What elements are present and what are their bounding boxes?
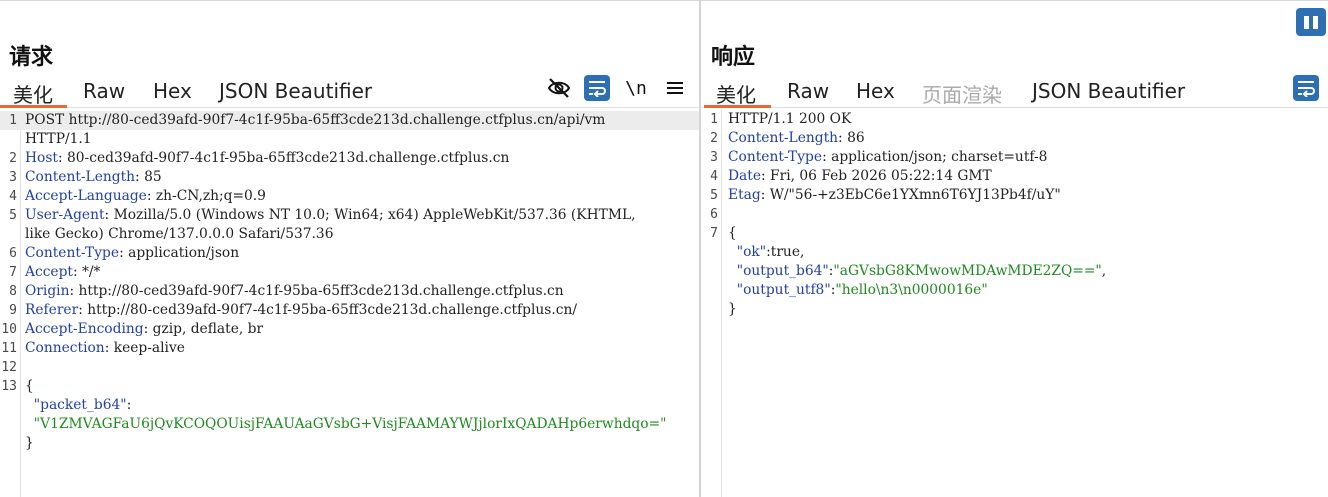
pause-icon: [1304, 15, 1309, 29]
code-line: 7 Accept: */*: [9, 264, 101, 280]
code-line: "packet_b64":: [25, 397, 132, 413]
request-tab-hex[interactable]: Hex: [153, 79, 192, 103]
code-line: 8 Origin: http://80-ced39afd-90f7-4c1f-95…: [9, 283, 564, 299]
code-line: 4 Accept-Language: zh-CN,zh;q=0.9: [9, 188, 266, 204]
response-tabs: 美化 Raw Hex 页面渲染 JSON Beautifier: [701, 75, 1328, 108]
response-editor[interactable]: 1 HTTP/1.1 200 OK 2 Content-Length: 86 3 Co…: [701, 110, 1328, 497]
code-line: 3 Content-Type: application/json; charset…: [710, 149, 1048, 165]
request-editor[interactable]: 1 POST http://80-ced39afd-90f7-4c1f-95ba-…: [0, 111, 699, 497]
newline-icon[interactable]: \n: [623, 75, 649, 101]
code-line: 6 Content-Type: application/json: [9, 245, 240, 261]
code-line: HTTP/1.1: [25, 131, 92, 147]
code-line: }: [25, 435, 34, 451]
request-tab-json-beautifier[interactable]: JSON Beautifier: [219, 79, 372, 103]
request-pane: 请求 美化 Raw Hex JSON Beautifier \n 1 POST h…: [0, 0, 699, 497]
response-tab-pretty[interactable]: 美化: [716, 79, 756, 108]
code-line: 3 Content-Length: 85: [9, 169, 162, 185]
code-line: "V1ZMVAGFaU6jQvKCOQOUisjFAAUAaGVsbG+Visj…: [25, 416, 667, 432]
code-line: 5 Etag: W/"56-+z3EbC6e1YXmn6T6YJ13Pb4f/uY…: [710, 187, 1061, 203]
pause-button[interactable]: [1296, 8, 1326, 36]
code-line: }: [728, 301, 737, 317]
code-line: 6: [710, 207, 718, 222]
active-tab-indicator: [0, 105, 67, 108]
code-line: 2 Content-Length: 86: [710, 130, 865, 146]
response-tab-raw[interactable]: Raw: [787, 79, 829, 103]
code-line: 12: [1, 360, 17, 375]
code-line: 4 Date: Fri, 06 Feb 2026 05:22:14 GMT: [710, 168, 992, 184]
response-tab-hex[interactable]: Hex: [856, 79, 895, 103]
code-line: 2 Host: 80-ced39afd-90f7-4c1f-95ba-65ff3c…: [9, 150, 510, 166]
response-title: 响应: [711, 45, 756, 70]
response-pane: 响应 美化 Raw Hex 页面渲染 JSON Beautifier 1 HTTP…: [701, 0, 1328, 497]
response-tab-json-beautifier[interactable]: JSON Beautifier: [1032, 79, 1185, 103]
wrap-icon[interactable]: [584, 75, 610, 101]
code-line: 7{: [710, 225, 737, 241]
code-line: 5 User-Agent: Mozilla/5.0 (Windows NT 10.…: [9, 207, 636, 223]
response-tab-render[interactable]: 页面渲染: [922, 79, 1002, 108]
menu-icon[interactable]: [662, 75, 688, 101]
code-line: "ok":true,: [728, 244, 805, 260]
eye-off-icon[interactable]: [546, 75, 572, 101]
code-line: like Gecko) Chrome/137.0.0.0 Safari/537.…: [25, 226, 334, 242]
code-line: "output_utf8":"hello\n3\n0000016e": [728, 282, 988, 298]
code-line: 11 Connection: keep-alive: [1, 340, 185, 356]
request-title: 请求: [9, 45, 54, 70]
code-line: 9 Referer: http://80-ced39afd-90f7-4c1f-9…: [9, 302, 577, 318]
wrap-icon[interactable]: [1293, 75, 1319, 101]
code-line: 1 HTTP/1.1 200 OK: [710, 111, 852, 127]
code-line: "output_b64":"aGVsbG8KMwowMDAwMDE2ZQ==",: [728, 263, 1107, 279]
request-tab-raw[interactable]: Raw: [83, 79, 125, 103]
code-line: 10 Accept-Encoding: gzip, deflate, br: [1, 321, 264, 337]
request-tabs: 美化 Raw Hex JSON Beautifier \n: [0, 75, 699, 108]
active-tab-indicator: [704, 105, 771, 108]
code-line: 13{: [1, 378, 34, 394]
request-tab-pretty[interactable]: 美化: [13, 79, 53, 108]
code-line: 1 POST http://80-ced39afd-90f7-4c1f-95ba-…: [0, 111, 699, 130]
